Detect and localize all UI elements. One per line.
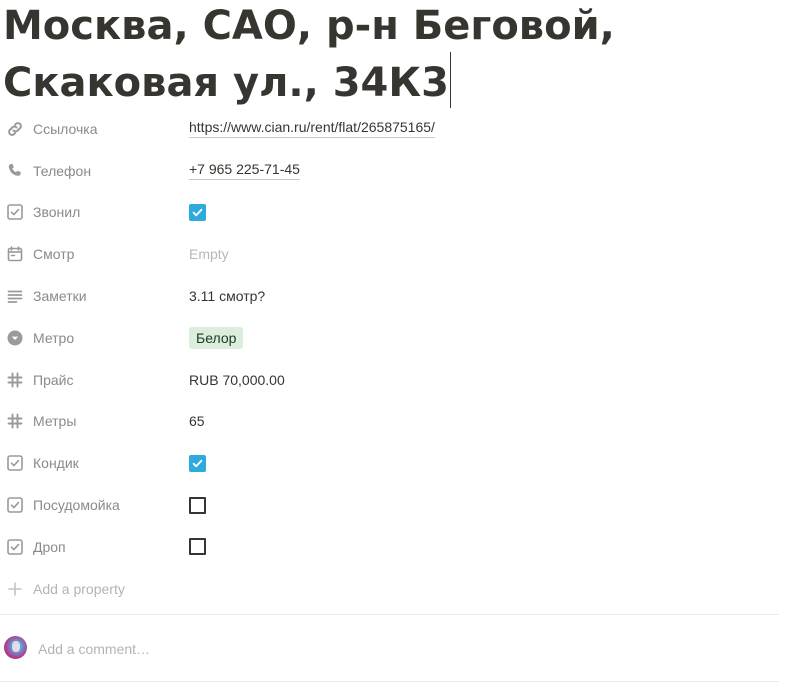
property-label: Смотр	[33, 246, 75, 263]
property-row-called: Звонил	[0, 192, 787, 234]
number-value[interactable]: 65	[189, 413, 205, 429]
property-value-phone[interactable]: +7 965 225-71-45	[189, 150, 300, 192]
property-row-viewing: Смотр Empty	[0, 233, 787, 275]
property-label: Заметки	[33, 288, 87, 305]
property-name-metro[interactable]: Метро	[5, 317, 185, 359]
property-label: Кондик	[33, 455, 79, 472]
checkbox-drop[interactable]	[189, 538, 206, 556]
checkbox-dishwasher[interactable]	[189, 496, 206, 514]
divider	[0, 681, 779, 682]
property-value-link[interactable]: https://www.cian.ru/rent/flat/265875165/	[189, 108, 435, 150]
page-title-line-2-text[interactable]: Скаковая ул., 34К3	[3, 60, 449, 106]
avatar-face	[12, 641, 20, 652]
property-name-link[interactable]: Ссылочка	[5, 108, 185, 150]
property-value-drop	[189, 526, 206, 568]
divider	[0, 614, 779, 615]
property-label: Метро	[33, 329, 75, 346]
property-name-dishwasher[interactable]: Посудомойка	[5, 484, 185, 526]
plus-icon	[5, 579, 25, 599]
checkbox-property-icon	[5, 495, 25, 515]
select-tag[interactable]: Белор	[189, 326, 244, 349]
property-name-price[interactable]: Прайс	[5, 359, 185, 401]
page-title-line-1[interactable]: Москва, САО, р-н Беговой,	[3, 0, 763, 52]
comment-input[interactable]	[38, 638, 738, 660]
checkbox-called[interactable]	[189, 203, 206, 221]
properties-list: Ссылочка https://www.cian.ru/rent/flat/2…	[0, 108, 787, 610]
property-row-notes: Заметки 3.11 смотр?	[0, 275, 787, 317]
checkbox-aircon[interactable]	[189, 454, 206, 472]
property-label: Прайс	[33, 371, 74, 388]
number-value[interactable]: RUB 70,000.00	[189, 372, 285, 388]
checkbox-property-icon	[5, 453, 25, 473]
property-row-link: Ссылочка https://www.cian.ru/rent/flat/2…	[0, 108, 787, 150]
property-value-aircon	[189, 442, 206, 484]
checkbox-property-icon	[5, 202, 25, 222]
property-label: Телефон	[33, 162, 92, 179]
property-value-called	[189, 192, 206, 234]
page-title-line-2[interactable]: Скаковая ул., 34К3	[3, 52, 763, 109]
url-link[interactable]: https://www.cian.ru/rent/flat/265875165/	[189, 119, 435, 139]
property-label: Дроп	[33, 538, 66, 555]
property-name-aircon[interactable]: Кондик	[5, 442, 185, 484]
calendar-icon	[5, 244, 25, 264]
property-name-viewing[interactable]: Смотр	[5, 233, 185, 275]
property-label: Посудомойка	[33, 497, 120, 514]
user-avatar	[4, 636, 27, 659]
property-name-called[interactable]: Звонил	[5, 192, 185, 234]
property-value-price[interactable]: RUB 70,000.00	[189, 359, 285, 401]
property-row-dishwasher: Посудомойка	[0, 484, 787, 526]
property-row-phone: Телефон +7 965 225-71-45	[0, 150, 787, 192]
property-name-notes[interactable]: Заметки	[5, 275, 185, 317]
property-label: Метры	[33, 413, 77, 430]
property-row-aircon: Кондик	[0, 442, 787, 484]
text-lines-icon	[5, 286, 25, 306]
add-property-row: Add a property	[0, 568, 787, 610]
checkbox-property-icon	[5, 537, 25, 557]
add-property-button[interactable]: Add a property	[5, 568, 185, 610]
property-value-meters[interactable]: 65	[189, 401, 205, 443]
link-icon	[5, 119, 25, 139]
empty-value[interactable]: Empty	[189, 246, 229, 262]
property-label: Ссылочка	[33, 120, 98, 137]
phone-link[interactable]: +7 965 225-71-45	[189, 161, 300, 181]
property-name-drop[interactable]: Дроп	[5, 526, 185, 568]
hash-icon	[5, 370, 25, 390]
phone-icon	[5, 161, 25, 181]
property-name-meters[interactable]: Метры	[5, 401, 185, 443]
comment-row	[0, 630, 779, 670]
property-name-phone[interactable]: Телефон	[5, 150, 185, 192]
property-value-metro[interactable]: Белор	[189, 317, 244, 359]
select-icon	[5, 328, 25, 348]
property-value-dishwasher	[189, 484, 206, 526]
property-value-viewing[interactable]: Empty	[189, 233, 229, 275]
hash-icon	[5, 411, 25, 431]
add-property-label: Add a property	[33, 580, 125, 597]
page-title[interactable]: Москва, САО, р-н Беговой, Скаковая ул., …	[3, 0, 763, 109]
property-row-price: Прайс RUB 70,000.00	[0, 359, 787, 401]
notes-text[interactable]: 3.11 смотр?	[189, 288, 265, 304]
property-row-metro: Метро Белор	[0, 317, 787, 359]
page: Москва, САО, р-н Беговой, Скаковая ул., …	[0, 0, 787, 688]
property-row-drop: Дроп	[0, 526, 787, 568]
property-value-notes[interactable]: 3.11 смотр?	[189, 275, 265, 317]
text-caret	[449, 52, 451, 108]
property-label: Звонил	[33, 204, 81, 221]
property-row-meters: Метры 65	[0, 401, 787, 443]
